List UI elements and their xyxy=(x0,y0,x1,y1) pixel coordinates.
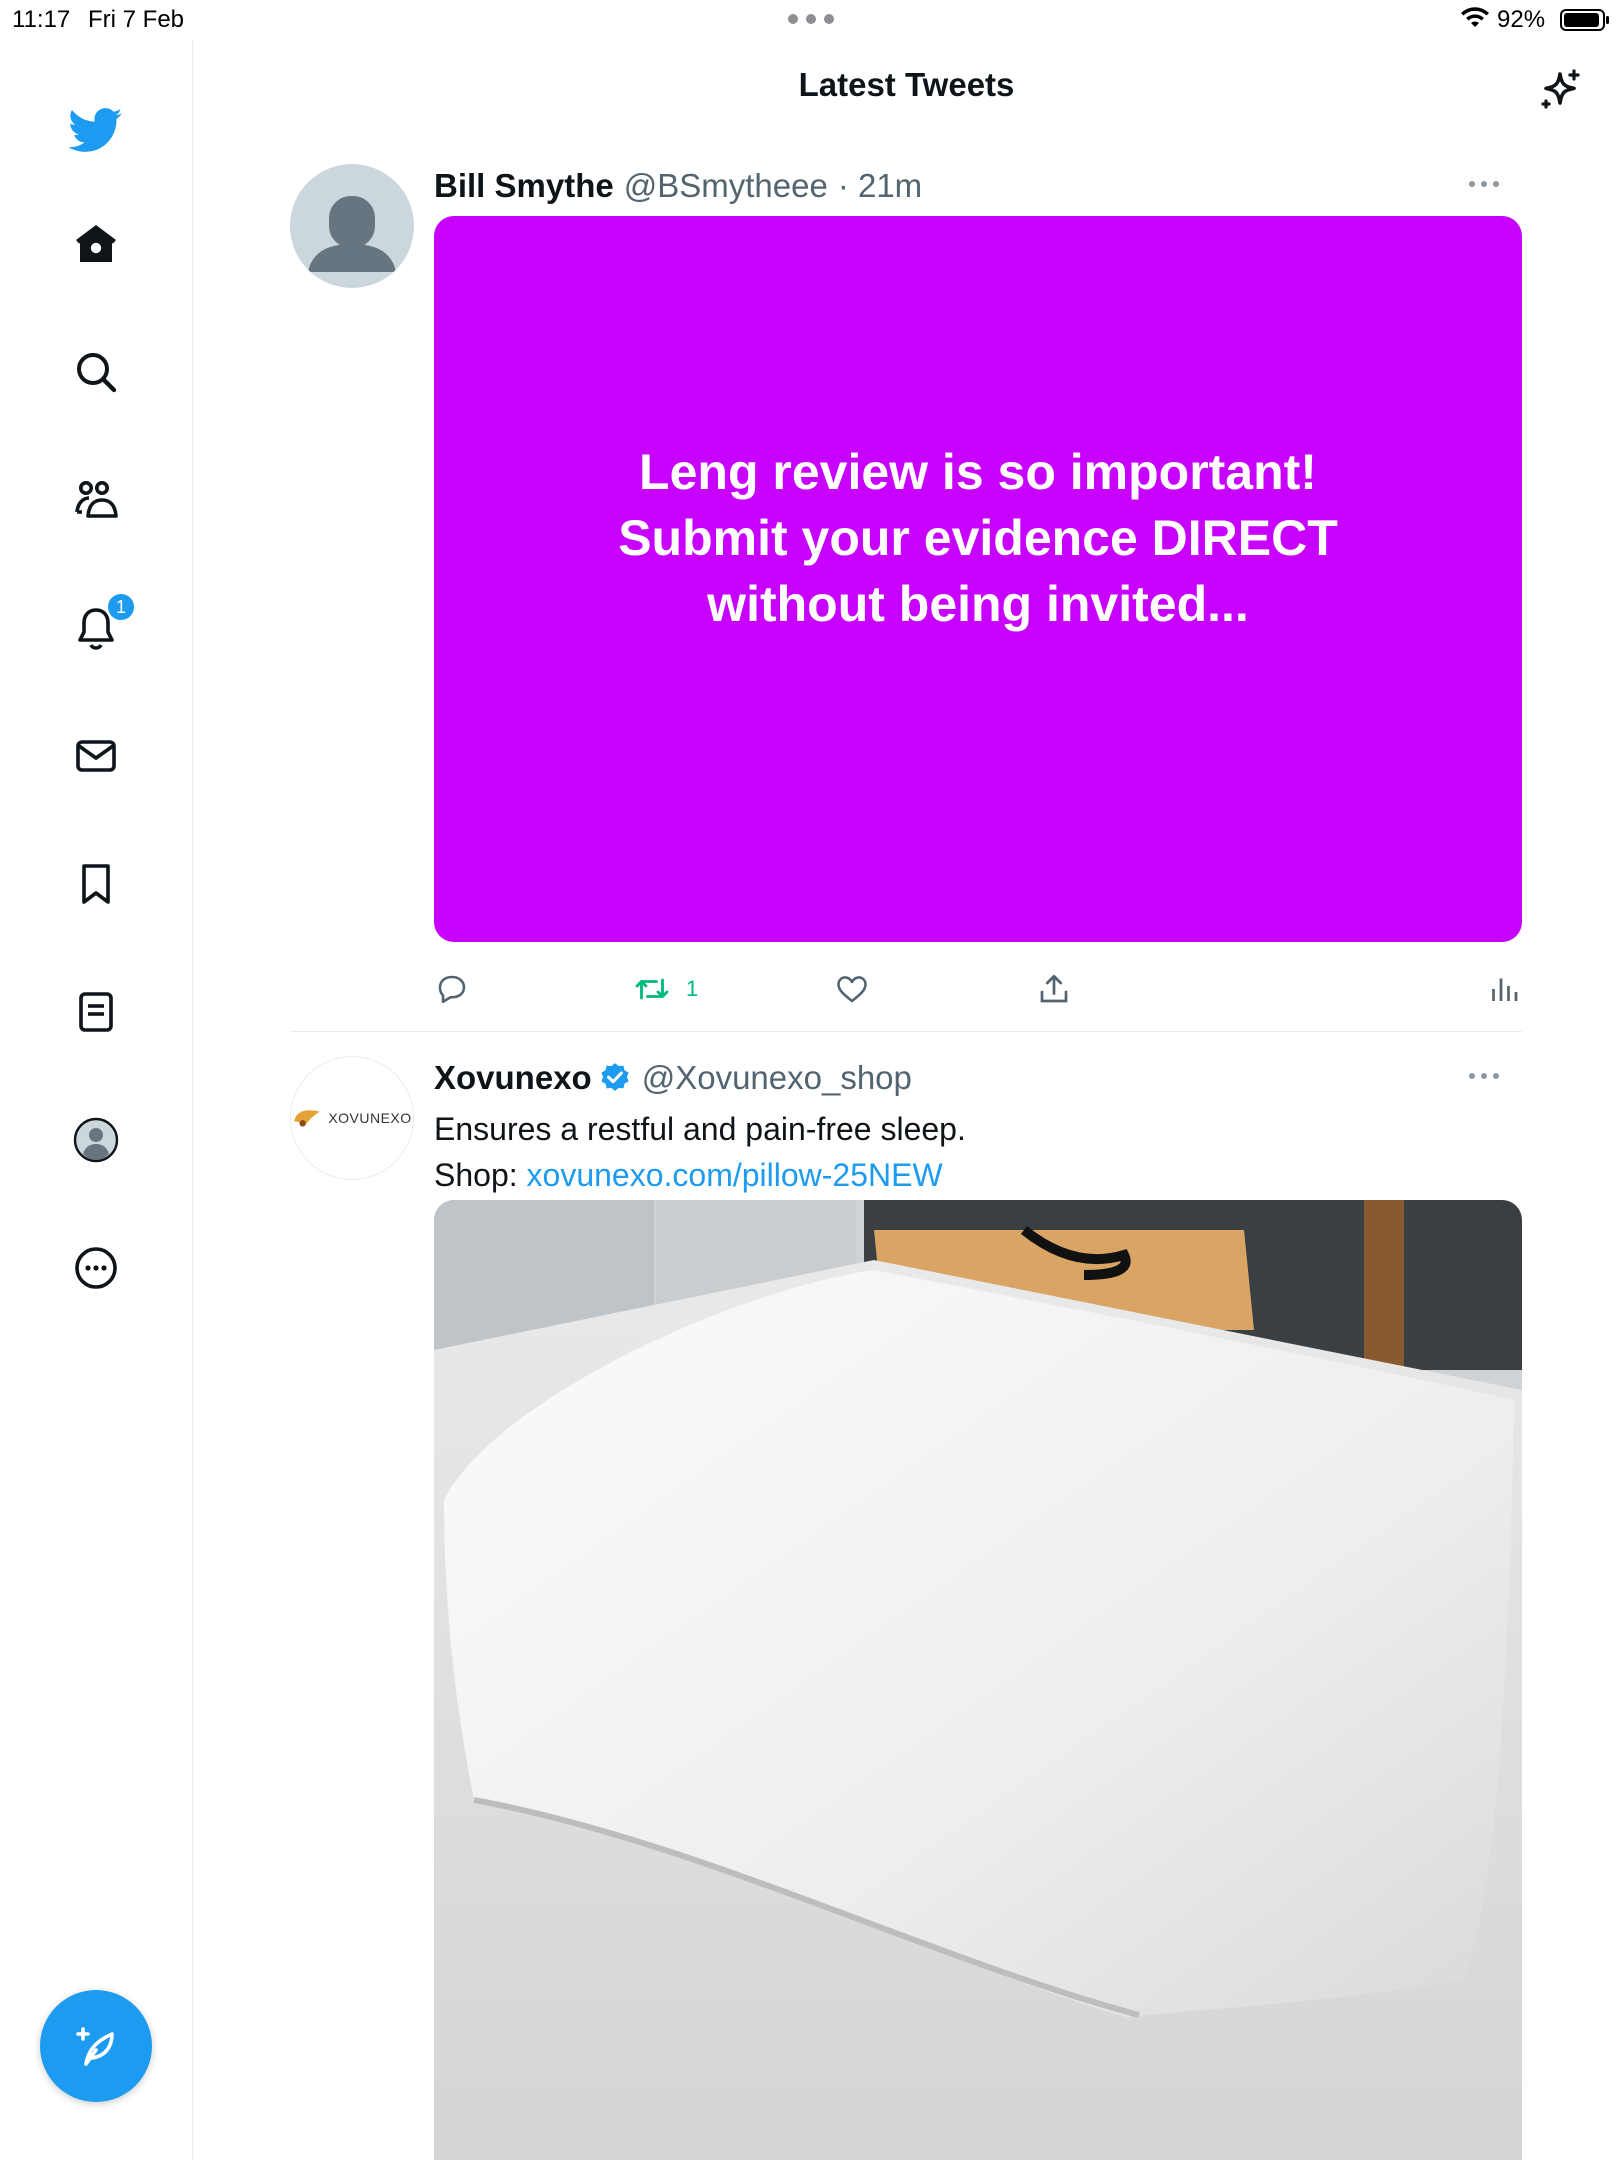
nav-lists[interactable] xyxy=(56,972,136,1052)
tweet-header: Bill Smythe @BSmytheee · 21m xyxy=(434,164,922,208)
reply-button[interactable] xyxy=(434,964,470,1014)
tweet-media-video[interactable] xyxy=(434,1200,1522,2160)
tweet-author-name[interactable]: Xovunexo xyxy=(434,1059,592,1097)
xovunexo-logo-icon xyxy=(294,1110,321,1127)
pillow-photo xyxy=(434,1200,1522,2160)
retweet-icon xyxy=(635,978,669,1000)
wifi-icon xyxy=(1461,7,1489,27)
tweet-header: Xovunexo @Xovunexo_shop xyxy=(434,1056,912,1100)
tweet-text-line: Ensures a restful and pain-free sleep. xyxy=(434,1111,966,1147)
default-avatar-icon xyxy=(290,164,414,288)
compose-tweet-button[interactable] xyxy=(40,1990,152,2102)
media-text-line: without being invited... xyxy=(707,576,1249,632)
tweet[interactable]: Bill Smythe @BSmytheee · 21m Leng review… xyxy=(290,164,1522,1024)
tweet-link[interactable]: xovunexo.com/pillow-25NEW xyxy=(527,1157,943,1193)
home-icon xyxy=(76,225,116,262)
feather-plus-icon xyxy=(76,2027,114,2066)
sparkle-icon xyxy=(1541,69,1580,109)
more-options-icon[interactable] xyxy=(1466,174,1502,194)
tweet-media-image[interactable]: Leng review is so important! Submit your… xyxy=(434,216,1522,942)
share-icon xyxy=(1040,974,1068,1003)
tweet-text-prefix: Shop: xyxy=(434,1157,527,1193)
status-date: Fri 7 Feb xyxy=(88,6,185,33)
heart-icon xyxy=(837,976,867,1003)
people-icon xyxy=(75,481,118,518)
nav-notifications[interactable]: 1 xyxy=(56,588,136,668)
media-text-line: Leng review is so important! xyxy=(639,444,1317,500)
tweet-text: Ensures a restful and pain-free sleep. S… xyxy=(434,1106,966,1198)
retweet-count: 1 xyxy=(686,976,699,1001)
tweet-timestamp[interactable]: · 21m xyxy=(838,167,922,205)
nav-bookmarks[interactable] xyxy=(56,844,136,924)
tweet-author-handle[interactable]: @BSmytheee xyxy=(624,167,828,205)
avatar[interactable]: XOVUNEXO xyxy=(290,1056,414,1180)
status-bar: 11:17 Fri 7 Feb 92% xyxy=(0,0,1620,40)
more-circle-icon xyxy=(75,1247,117,1289)
notification-badge: 1 xyxy=(106,592,136,622)
reply-icon xyxy=(438,975,466,1004)
nav-explore[interactable] xyxy=(56,332,136,412)
list-icon xyxy=(79,992,113,1032)
battery-icon xyxy=(1560,9,1609,31)
page-title: Latest Tweets xyxy=(798,66,1015,103)
timeline-toggle-button[interactable] xyxy=(1532,62,1588,118)
nav-home[interactable] xyxy=(56,204,136,284)
search-icon xyxy=(77,353,117,393)
avatar[interactable] xyxy=(290,164,414,288)
like-button[interactable] xyxy=(834,964,870,1014)
tweet[interactable]: XOVUNEXO Xovunexo @Xovunexo_shop Ensures… xyxy=(290,1056,1522,2160)
media-text: Leng review is so important! Submit your… xyxy=(618,439,1338,637)
twitter-logo-button[interactable] xyxy=(56,90,136,170)
verified-badge-icon xyxy=(601,1063,629,1091)
analytics-button[interactable] xyxy=(1486,964,1522,1014)
sidebar: 1 xyxy=(0,40,193,2160)
retweet-button[interactable]: 1 xyxy=(634,964,698,1014)
tweet-divider xyxy=(290,1031,1522,1032)
tweet-actions: 1 xyxy=(434,964,1522,1014)
multitasking-dots-icon[interactable] xyxy=(788,14,834,24)
twitter-bird-icon xyxy=(69,108,123,152)
tweet-text-line: Shop: xovunexo.com/pillow-25NEW xyxy=(434,1152,966,1198)
nav-messages[interactable] xyxy=(56,716,136,796)
nav-more[interactable] xyxy=(56,1228,136,1308)
more-options-icon[interactable] xyxy=(1466,1066,1502,1086)
battery-percentage: 92% xyxy=(1497,6,1546,33)
nav-profile[interactable] xyxy=(56,1100,136,1180)
nav-communities[interactable] xyxy=(56,460,136,540)
bookmark-icon xyxy=(82,864,110,904)
tweet-author-name[interactable]: Bill Smythe xyxy=(434,167,614,205)
analytics-icon xyxy=(1492,978,1518,1001)
media-text-line: Submit your evidence DIRECT xyxy=(618,510,1338,566)
avatar-brand-text: XOVUNEXO xyxy=(328,1110,412,1126)
tweet-author-handle[interactable]: @Xovunexo_shop xyxy=(642,1059,912,1097)
mail-icon xyxy=(76,740,116,772)
status-time: 11:17 xyxy=(12,6,71,33)
share-button[interactable] xyxy=(1036,964,1072,1014)
avatar-icon xyxy=(73,1117,119,1163)
